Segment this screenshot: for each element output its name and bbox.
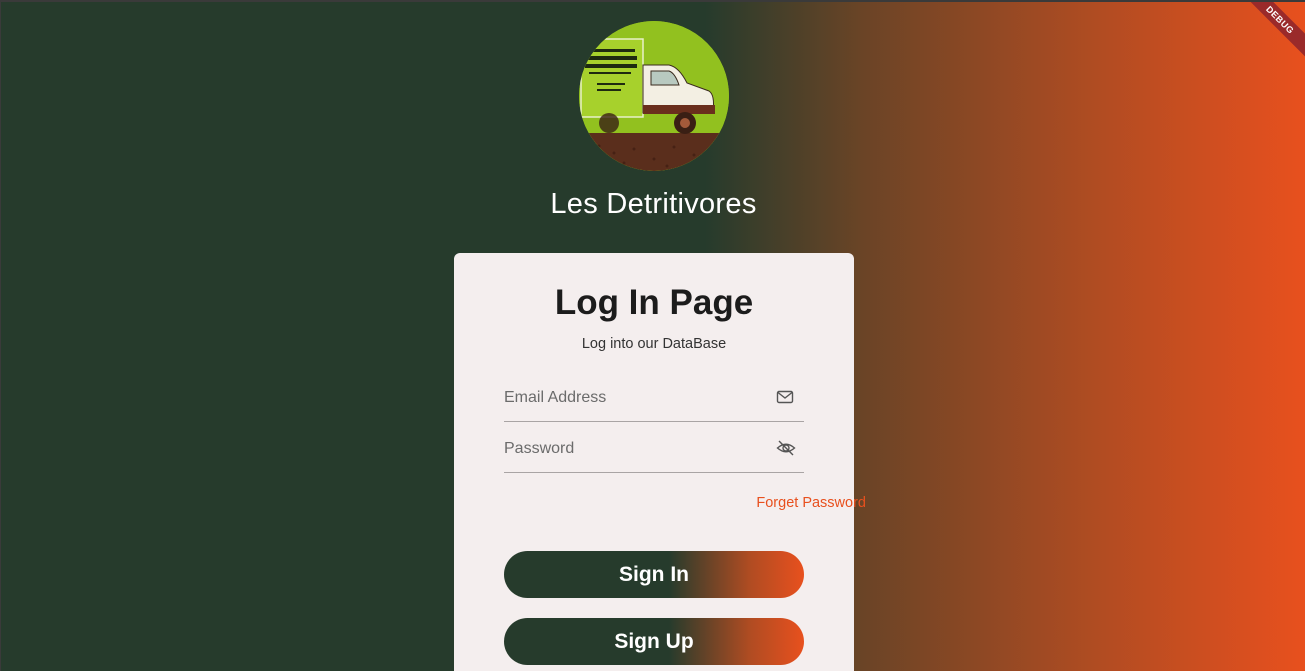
login-title: Log In Page xyxy=(554,283,754,322)
sign-in-button[interactable]: Sign In xyxy=(504,551,804,598)
mail-icon xyxy=(776,388,794,406)
login-subtitle: Log into our DataBase xyxy=(581,336,727,352)
sign-up-button[interactable]: Sign Up xyxy=(504,618,804,665)
truck-logo-icon xyxy=(579,21,729,171)
app-title: Les Detritivores xyxy=(550,188,757,220)
email-input[interactable] xyxy=(504,376,764,420)
eye-off-icon[interactable] xyxy=(776,439,796,457)
debug-banner: DEBUG xyxy=(1235,2,1305,65)
password-input[interactable] xyxy=(504,427,764,471)
login-screen: Les Detritivores Log In Page Log into ou… xyxy=(0,0,1305,671)
login-card: Log In Page Log into our DataBase Fo xyxy=(454,253,866,671)
password-field xyxy=(504,427,804,473)
email-field xyxy=(504,376,804,422)
app-logo xyxy=(579,21,729,171)
forget-password-link[interactable]: Forget Password xyxy=(756,495,866,511)
